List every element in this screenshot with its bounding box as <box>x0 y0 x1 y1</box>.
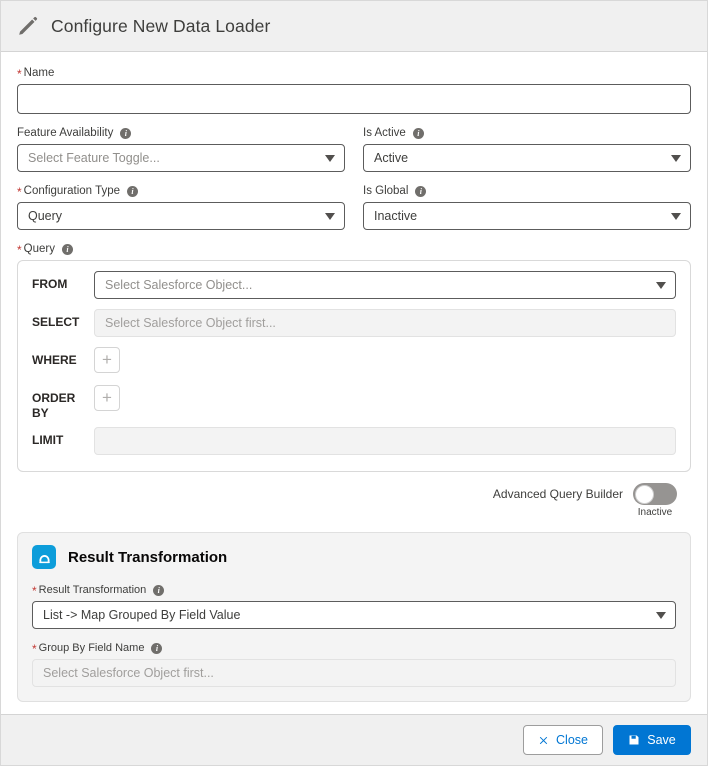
info-icon[interactable]: i <box>127 185 138 197</box>
group-by-field-input: Select Salesforce Object first... <box>32 659 676 687</box>
label-text: Configuration Type <box>23 185 120 197</box>
field-result-transformation: * Result Transformation i List -> Map Gr… <box>32 583 676 629</box>
from-object-select[interactable]: Select Salesforce Object... <box>94 271 676 299</box>
configuration-type-select[interactable]: Query <box>17 202 345 230</box>
save-button[interactable]: Save <box>613 725 691 755</box>
required-asterisk: * <box>17 243 22 257</box>
is-active-select[interactable]: Active <box>363 144 691 172</box>
is-global-select[interactable]: Inactive <box>363 202 691 230</box>
label-name: * Name <box>17 66 691 80</box>
page-title: Configure New Data Loader <box>51 15 271 36</box>
save-icon <box>629 735 639 745</box>
query-key-limit: LIMIT <box>32 433 64 447</box>
close-icon <box>539 736 548 744</box>
advanced-query-builder-toggle[interactable] <box>633 483 677 505</box>
info-icon[interactable]: i <box>151 642 163 654</box>
query-value-order-by: + <box>94 385 676 411</box>
label-group-by-field-name: * Group By Field Name i <box>32 641 676 655</box>
toggle-knob <box>634 484 654 504</box>
field-name: * Name <box>17 66 691 114</box>
query-value-where: + <box>94 347 676 373</box>
required-asterisk: * <box>32 584 37 598</box>
configuration-type-select-wrap: Query <box>17 202 345 230</box>
info-icon[interactable]: i <box>62 243 73 255</box>
is-global-select-wrap: Inactive <box>363 202 691 230</box>
row-availability-active: Feature Availability i Select Feature To… <box>17 126 691 184</box>
query-key-where: WHERE <box>32 353 77 367</box>
label-text: Is Global <box>363 185 409 197</box>
field-feature-availability: Feature Availability i Select Feature To… <box>17 126 345 172</box>
close-button-label: Close <box>556 733 588 747</box>
required-asterisk: * <box>17 185 22 199</box>
einstein-cloud-icon <box>32 545 56 569</box>
query-row-where: WHERE + <box>32 347 676 379</box>
advanced-query-builder-toggle-wrap: Inactive <box>633 483 677 518</box>
feature-availability-select[interactable]: Select Feature Toggle... <box>17 144 345 172</box>
label-is-active: Is Active i <box>363 126 691 140</box>
feature-availability-select-wrap: Select Feature Toggle... <box>17 144 345 172</box>
query-key-select: SELECT <box>32 315 80 329</box>
from-select-wrap: Select Salesforce Object... <box>94 271 676 299</box>
info-icon[interactable]: i <box>412 127 424 139</box>
result-transformation-select-wrap: List -> Map Grouped By Field Value <box>32 601 676 629</box>
result-transformation-header: Result Transformation <box>32 545 676 569</box>
query-value-limit <box>94 427 676 455</box>
required-asterisk: * <box>32 642 37 656</box>
field-configuration-type: * Configuration Type i Query <box>17 184 345 230</box>
query-row-select: SELECT Select Salesforce Object first... <box>32 309 676 341</box>
label-text: Group By Field Name <box>38 642 145 654</box>
save-button-label: Save <box>647 733 676 747</box>
field-is-active: Is Active i Active <box>363 126 691 172</box>
modal-footer: Close Save <box>1 714 707 765</box>
label-text: Query <box>23 243 55 255</box>
toggle-state-label: Inactive <box>637 507 673 518</box>
limit-input <box>94 427 676 455</box>
query-key-order-by: ORDER BY <box>32 391 76 420</box>
query-value-from: Select Salesforce Object... <box>94 271 676 299</box>
label-result-transformation: * Result Transformation i <box>32 583 676 597</box>
field-is-global: Is Global i Inactive <box>363 184 691 230</box>
info-icon[interactable]: i <box>120 127 132 139</box>
info-icon[interactable]: i <box>153 584 165 596</box>
field-group-by-field-name: * Group By Field Name i Select Salesforc… <box>32 641 676 687</box>
modal-body: * Name Feature Availability i Select Fea… <box>1 52 707 714</box>
advanced-query-builder-row: Advanced Query Builder Inactive <box>17 483 691 518</box>
result-transformation-card: Result Transformation * Result Transform… <box>17 532 691 702</box>
modal-header: Configure New Data Loader <box>1 1 707 52</box>
label-text: Feature Availability <box>17 127 114 139</box>
query-value-select: Select Salesforce Object first... <box>94 309 676 337</box>
advanced-query-builder-label: Advanced Query Builder <box>492 487 623 501</box>
label-text: Name <box>23 67 55 79</box>
result-transformation-section-title: Result Transformation <box>68 548 228 566</box>
label-text: Is Active <box>363 127 406 139</box>
query-row-from: FROM Select Salesforce Object... <box>32 271 676 303</box>
query-builder-panel: FROM Select Salesforce Object... SELECT … <box>17 260 691 472</box>
label-feature-availability: Feature Availability i <box>17 126 345 140</box>
select-fields-input: Select Salesforce Object first... <box>94 309 676 337</box>
name-input[interactable] <box>17 84 691 114</box>
result-transformation-select[interactable]: List -> Map Grouped By Field Value <box>32 601 676 629</box>
label-configuration-type: * Configuration Type i <box>17 184 345 198</box>
info-icon[interactable]: i <box>415 185 427 197</box>
pencil-icon <box>19 16 38 35</box>
configure-data-loader-modal: Configure New Data Loader * Name Feature… <box>0 0 708 766</box>
label-is-global: Is Global i <box>363 184 691 198</box>
required-asterisk: * <box>17 67 22 81</box>
close-button[interactable]: Close <box>523 725 603 755</box>
add-order-by-button[interactable]: + <box>94 385 120 411</box>
query-key-from: FROM <box>32 277 68 291</box>
label-text: Result Transformation <box>38 584 147 596</box>
is-active-select-wrap: Active <box>363 144 691 172</box>
label-query: * Query i <box>17 242 691 256</box>
query-row-limit: LIMIT <box>32 427 676 459</box>
add-where-condition-button[interactable]: + <box>94 347 120 373</box>
row-configtype-isglobal: * Configuration Type i Query Is Global i… <box>17 184 691 242</box>
query-row-order-by: ORDER BY + <box>32 385 676 421</box>
